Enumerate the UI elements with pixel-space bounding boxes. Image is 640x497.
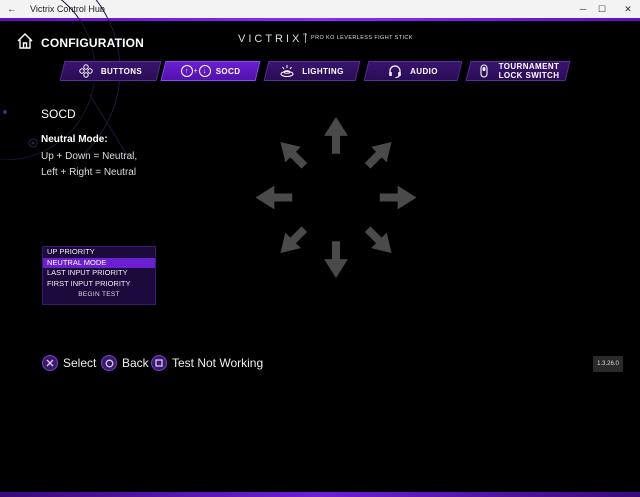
brand-logo: VICTRIX™ <box>238 33 307 45</box>
hint-test-not-working-label: Test Not Working <box>172 356 264 370</box>
socd-icon: ↑ + ↓ <box>180 65 211 77</box>
arrow-down-right-icon <box>364 226 392 254</box>
arrow-right-icon <box>379 185 417 210</box>
square-icon <box>151 355 167 371</box>
buttons-icon <box>79 64 93 78</box>
lighting-icon <box>280 65 294 77</box>
tab-lighting-label: LIGHTING <box>302 66 344 76</box>
maximize-button[interactable]: ☐ <box>590 0 614 18</box>
menu-item-up-priority[interactable]: UP PRIORITY <box>43 247 155 258</box>
hint-test-not-working: Test Not Working <box>151 355 263 371</box>
version-badge: 1.3.26.0 <box>593 356 623 372</box>
menu-item-neutral-mode[interactable]: NEUTRAL MODE <box>43 257 155 268</box>
product-name: PRO KO LEVERLESS FIGHT STICK <box>311 35 413 41</box>
arrow-left-icon <box>255 185 293 210</box>
begin-test-button[interactable]: BEGIN TEST <box>43 291 155 298</box>
hint-back-label: Back <box>122 356 149 370</box>
headset-icon <box>389 65 401 78</box>
direction-arrows <box>255 116 417 279</box>
menu-item-first-input-priority[interactable]: FIRST INPUT PRIORITY <box>43 279 155 290</box>
mode-description-line: Up + Down = Neutral, <box>41 151 138 162</box>
tab-buttons[interactable]: BUTTONS <box>59 61 162 81</box>
cross-icon <box>42 355 58 371</box>
tab-audio-label: AUDIO <box>410 66 438 76</box>
tab-socd[interactable]: ↑ + ↓ SOCD <box>160 61 261 81</box>
bottom-accent-bar <box>0 492 640 497</box>
page-title: CONFIGURATION <box>41 36 145 50</box>
arrow-up-right-icon <box>364 141 392 169</box>
tab-buttons-label: BUTTONS <box>100 66 143 76</box>
tab-tournament-lock[interactable]: TOURNAMENT LOCK SWITCH <box>465 61 571 81</box>
section-title: SOCD <box>41 107 76 121</box>
arrow-down-icon <box>324 241 348 279</box>
mode-description-line: Left + Right = Neutral <box>41 167 137 178</box>
tab-lighting[interactable]: LIGHTING <box>263 61 361 81</box>
tab-tournament-lock-label: TOURNAMENT LOCK SWITCH <box>498 62 560 80</box>
arrow-down-left-icon <box>280 226 308 254</box>
home-icon[interactable] <box>16 32 34 50</box>
mode-label: Neutral Mode: <box>41 134 108 145</box>
brand-divider <box>305 33 306 43</box>
hint-select: Select <box>42 355 96 371</box>
tab-socd-label: SOCD <box>215 66 241 76</box>
menu-item-last-input-priority[interactable]: LAST INPUT PRIORITY <box>43 268 155 279</box>
close-button[interactable]: ✕ <box>616 0 640 18</box>
app-window: ← Victrix Control Hub ─ ☐ ✕ CONFIGURATIO… <box>0 0 640 497</box>
arrow-up-left-icon <box>280 141 308 169</box>
circle-icon <box>101 355 117 371</box>
lock-switch-icon <box>480 64 488 78</box>
socd-mode-menu: UP PRIORITY NEUTRAL MODE LAST INPUT PRIO… <box>42 246 156 305</box>
arrow-up-icon <box>324 116 348 154</box>
tab-audio[interactable]: AUDIO <box>363 61 463 81</box>
hint-select-label: Select <box>63 356 97 370</box>
hint-back: Back <box>101 355 149 371</box>
